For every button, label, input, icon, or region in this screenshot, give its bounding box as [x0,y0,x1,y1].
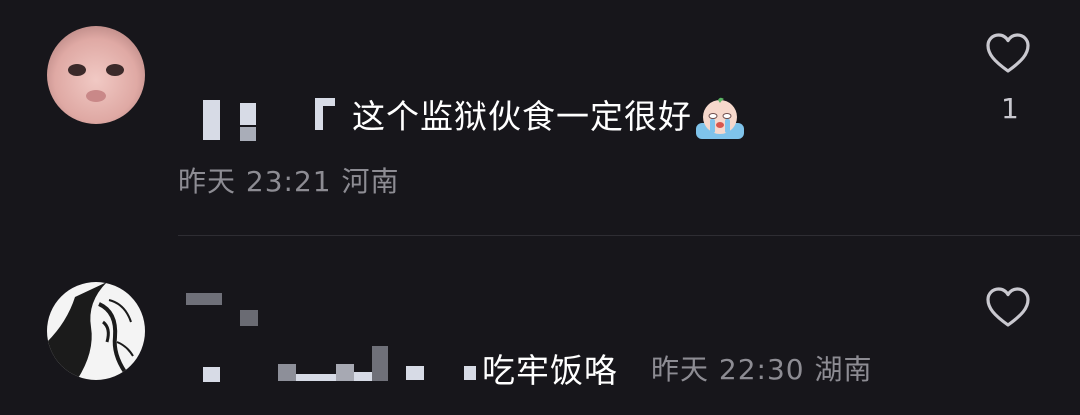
censored-username-block [315,98,335,106]
censored-mention-block [296,374,336,381]
avatar[interactable] [47,26,145,124]
comment-meta: 昨天 22:30 湖南 [651,348,873,388]
like-count: 1 [1001,92,1019,125]
censored-mention-block [203,367,220,382]
heart-outline-icon [986,33,1030,73]
comment-text: 吃牢饭咯 [482,351,618,390]
comment-time: 昨天 22:30 [651,353,805,386]
comment-location: 河南 [341,165,400,198]
censored-username-block [240,127,256,141]
censored-mention-block [354,372,372,381]
avatar[interactable] [47,282,145,380]
censored-mention-block [464,366,476,380]
comment-item[interactable]: 这个监狱伙食一定很好 昨天 23:21 河南 1 [0,0,1080,236]
avatar-image [47,26,145,124]
crying-face-emoji-icon [694,97,746,141]
censored-username-block [315,106,323,130]
comment-time: 昨天 23:21 [178,165,332,198]
like-button[interactable] [984,284,1032,332]
censored-mention-block [278,364,296,381]
comment-text: 这个监狱伙食一定很好 [352,90,746,141]
heart-outline-icon [986,287,1030,327]
comment-location: 湖南 [814,353,873,386]
censored-username-block [240,103,256,125]
comment-meta: 昨天 23:21 河南 [178,160,400,200]
avatar-image [47,282,145,380]
comment-item[interactable]: 吃牢饭咯 昨天 22:30 湖南 [0,236,1080,415]
censored-mention-block [336,364,354,381]
censored-username-block [203,100,220,140]
censored-mention-block [372,346,388,381]
like-button[interactable] [984,30,1032,78]
censored-mention-block [406,366,424,380]
censored-username-block [240,310,258,326]
censored-username-block [186,293,222,305]
